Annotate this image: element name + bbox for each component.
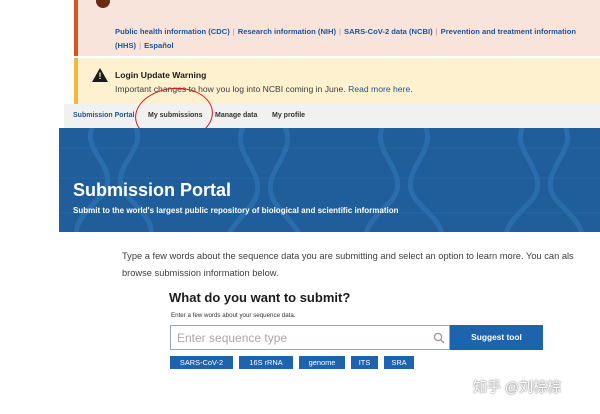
- separator: |: [435, 27, 438, 36]
- link-espanol[interactable]: Español: [144, 41, 174, 50]
- link-nih[interactable]: Research information (NIH): [238, 27, 336, 36]
- separator: |: [232, 27, 235, 36]
- link-ncbi[interactable]: SARS-CoV-2 data (NCBI): [344, 27, 433, 36]
- watermark-text: 知乎 @刘棕棕: [473, 379, 562, 395]
- read-more-link[interactable]: Read more here.: [348, 84, 413, 94]
- nav-my-profile[interactable]: My profile: [272, 112, 305, 119]
- nav-submission-portal[interactable]: Submission Portal: [73, 112, 134, 119]
- separator: |: [139, 41, 142, 50]
- login-warning-title: Login Update Warning: [115, 70, 207, 80]
- link-cdc[interactable]: Public health information (CDC): [115, 27, 230, 36]
- suggest-tool-button[interactable]: Suggest tool: [450, 325, 543, 350]
- hero-banner: Submission Portal Submit to the world's …: [59, 128, 600, 232]
- separator: |: [339, 27, 342, 36]
- covid-banner: Public health information (CDC) | Research…: [74, 0, 600, 56]
- tag-16s-rrna[interactable]: 16S rRNA: [239, 356, 293, 369]
- page-title: Submission Portal: [73, 180, 232, 200]
- submit-heading: What do you want to submit?: [169, 290, 351, 305]
- search-box: [170, 325, 450, 350]
- tag-sra[interactable]: SRA: [384, 356, 414, 369]
- intro-text: Type a few words about the sequence data…: [122, 251, 574, 278]
- info-icon: [96, 0, 110, 8]
- warning-icon: !: [92, 68, 108, 82]
- login-warning-message: Important changes to how you log into NC…: [115, 84, 346, 94]
- page-subtitle: Submit to the world's largest public rep…: [73, 206, 399, 215]
- tag-sars-cov-2[interactable]: SARS-CoV-2: [170, 356, 233, 369]
- sequence-search-input[interactable]: [177, 329, 422, 347]
- tag-genome[interactable]: genome: [299, 356, 345, 369]
- tag-its[interactable]: ITS: [351, 356, 378, 369]
- search-icon[interactable]: [433, 332, 445, 344]
- nav-manage-data[interactable]: Manage data: [215, 112, 257, 119]
- covid-links: Public health information (CDC) | Research…: [115, 25, 595, 53]
- search-hint: Enter a few words about your sequence da…: [171, 312, 296, 319]
